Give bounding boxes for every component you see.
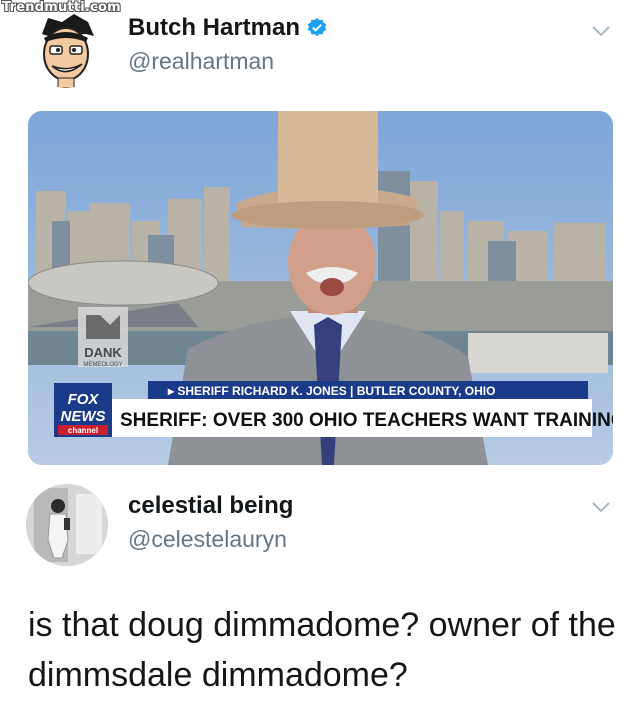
network-logo-line3: channel [68, 426, 98, 435]
reply-avatar[interactable] [26, 484, 108, 566]
chevron-down-icon[interactable] [590, 20, 612, 42]
network-logo-line1: FOX [68, 391, 100, 408]
lower-third-headline: SHERIFF: OVER 300 OHIO TEACHERS WANT TRA… [120, 410, 613, 431]
reply-text: is that doug dimmadome? owner of the dim… [28, 606, 616, 694]
verified-badge-icon [307, 17, 327, 37]
meme-logo-text: DANK [84, 345, 122, 360]
lower-third-name: ▸ SHERIFF RICHARD K. JONES | BUTLER COUN… [167, 384, 495, 398]
author-handle[interactable]: @realhartman [128, 48, 274, 75]
reply-author-name[interactable]: celestial being [128, 492, 293, 520]
chevron-down-icon[interactable] [590, 496, 612, 518]
reply-author-handle[interactable]: @celestelauryn [128, 526, 287, 553]
network-logo-line2: NEWS [61, 408, 106, 425]
tweet-media-image[interactable]: DANK MEMEOLOGY ▸ SHERIFF RICHARD K. JONE… [28, 111, 613, 465]
author-name[interactable]: Butch Hartman [128, 14, 328, 42]
avatar[interactable] [28, 12, 104, 88]
meme-logo-sub: MEMEOLOGY [83, 362, 122, 368]
